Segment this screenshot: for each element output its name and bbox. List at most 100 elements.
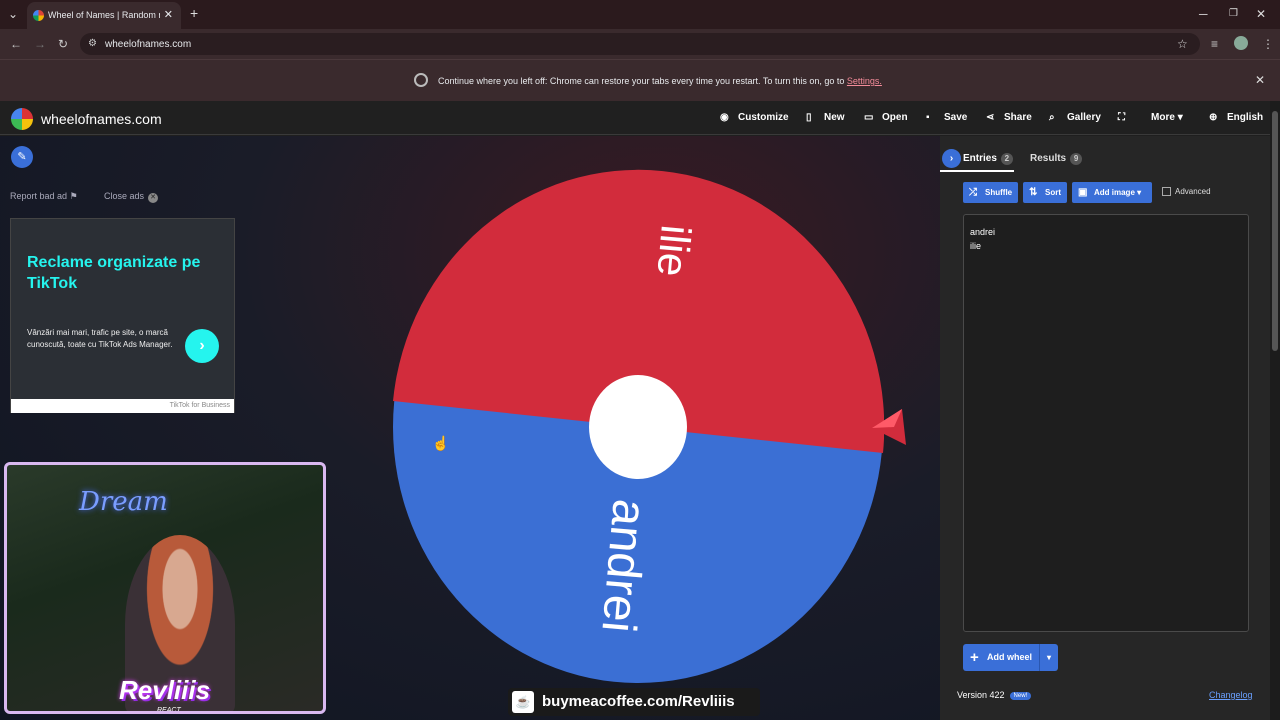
restore-text: Continue where you left off: Chrome can … (438, 76, 845, 86)
close-tab-icon[interactable]: ✕ (164, 8, 173, 21)
file-icon: ▯ (806, 112, 812, 123)
scrollbar-thumb[interactable] (1272, 111, 1278, 351)
folder-icon: ▭ (864, 112, 874, 123)
close-ads-link[interactable]: Close ads ✕ (104, 191, 159, 203)
entry-line: ilie (970, 241, 982, 251)
favicon-icon (33, 10, 44, 21)
globe-icon: ⊕ (1209, 112, 1218, 123)
chrome-icon (414, 73, 428, 87)
streamer-tag: Revliiis (119, 675, 211, 705)
tab-results[interactable]: Results 9 (1030, 153, 1083, 165)
coffee-cup-icon: ☕ (512, 691, 534, 713)
close-window-icon[interactable]: ✕ (1256, 7, 1266, 21)
advanced-checkbox[interactable] (1162, 187, 1171, 197)
nav-new-label: New (824, 112, 845, 123)
back-icon[interactable]: ← (10, 37, 22, 51)
search-icon: ⌕ (1049, 112, 1055, 123)
panel-tabs: › Entries 2 Results 9 (940, 146, 1260, 172)
sort-button[interactable]: ⇅ Sort (1023, 182, 1067, 203)
site-name[interactable]: wheelofnames.com (41, 111, 162, 127)
tab-entries-label: Entries 2 (963, 153, 1013, 165)
shuffle-button[interactable]: ⤮ Shuffle (963, 182, 1018, 203)
url-text: wheelofnames.com (105, 39, 192, 50)
entries-label-text: Entries (963, 153, 997, 164)
nav-customize[interactable]: ◉ Customize (720, 112, 789, 123)
tiktok-ad[interactable]: Reclame organizate pe TikTok Vânzări mai… (10, 218, 235, 413)
share-icon: ⋖ (986, 112, 995, 123)
webcam-overlay: Dream Revliiis REACT (4, 462, 326, 714)
site-logo[interactable] (11, 108, 33, 130)
reload-icon[interactable]: ↻ (58, 37, 68, 51)
ad-footer: TikTok for Business (11, 399, 234, 413)
ad-body: Vânzări mai mari, trafic pe site, o marc… (27, 328, 173, 349)
tab-entries[interactable]: › Entries 2 (940, 146, 1014, 172)
add-wheel-label: Add wheel (987, 652, 1033, 662)
chevron-down-icon: ▾ (1177, 112, 1183, 123)
results-label-text: Results (1030, 153, 1067, 164)
close-infobar-icon[interactable]: ✕ (1255, 73, 1265, 87)
bookmark-star-icon[interactable]: ☆ (1177, 37, 1188, 51)
streamer-sub: REACT (157, 707, 181, 714)
report-ad-label: Report bad ad (10, 191, 68, 201)
version-label: Version 422 New! (957, 690, 1032, 700)
add-image-button[interactable]: ▣ Add image ▾ (1072, 182, 1152, 203)
menu-icon[interactable]: ⋮ (1262, 37, 1274, 51)
nav-gallery-label: Gallery (1067, 112, 1101, 123)
settings-link[interactable]: Settings. (847, 76, 882, 86)
nav-share-label: Share (1004, 112, 1032, 123)
address-bar[interactable]: ⚙ wheelofnames.com ☆ (80, 33, 1200, 55)
mouse-cursor-icon: ☝ (432, 435, 450, 451)
save-icon: ▪ (926, 112, 930, 123)
changelog-link[interactable]: Changelog (1209, 690, 1253, 700)
ad-arrow-button[interactable]: › (185, 329, 219, 363)
results-count-badge: 9 (1070, 153, 1083, 165)
wheel-center-hub[interactable] (589, 375, 687, 479)
forward-icon[interactable]: → (34, 37, 46, 51)
nav-share[interactable]: ⋖ Share (986, 112, 1032, 123)
collapse-chevron-icon[interactable]: › (942, 149, 961, 168)
nav-more[interactable]: More ▾ (1151, 112, 1183, 123)
reading-list-icon[interactable]: ≡ (1211, 37, 1218, 51)
nav-save[interactable]: ▪ Save (926, 112, 967, 123)
sort-icon: ⇅ (1029, 187, 1038, 198)
minimize-icon[interactable]: ─ (1199, 7, 1208, 21)
tab-title: Wheel of Names | Random nam (48, 10, 160, 20)
fullscreen-button[interactable]: ⛶ (1118, 112, 1136, 123)
nav-save-label: Save (944, 112, 968, 123)
nav-open[interactable]: ▭ Open (864, 112, 908, 123)
close-circle-icon: ✕ (148, 193, 159, 203)
flag-icon: ⚑ (69, 191, 78, 201)
edit-pencil-button[interactable]: ✎ (11, 146, 33, 168)
add-image-label: Add image (1094, 188, 1135, 197)
browser-toolbar: ← → ↻ ⚙ wheelofnames.com ☆ ≡ ⋮ (0, 29, 1280, 59)
new-tab-icon[interactable]: + (190, 5, 198, 21)
profile-avatar[interactable] (1234, 36, 1248, 50)
entries-textarea[interactable]: andrei ilie (963, 214, 1249, 632)
browser-tab-strip: ⌄ Wheel of Names | Random nam ✕ + ─ ❐ ✕ (0, 0, 1280, 29)
nav-language[interactable]: ⊕ English (1209, 112, 1263, 123)
fullscreen-icon: ⛶ (1118, 112, 1125, 123)
restore-window-icon[interactable]: ❐ (1229, 8, 1238, 19)
image-icon: ▣ (1078, 187, 1088, 198)
shuffle-label: Shuffle (985, 188, 1013, 197)
report-ad-link[interactable]: Report bad ad ⚑ (10, 191, 78, 202)
advanced-toggle[interactable]: Advanced (1162, 187, 1211, 197)
browser-tab[interactable]: Wheel of Names | Random nam ✕ (27, 2, 181, 29)
nav-gallery[interactable]: ⌕ Gallery (1049, 112, 1101, 123)
coffee-banner: ☕ buymeacoffee.com/Revliiis (508, 688, 760, 716)
advanced-label: Advanced (1175, 187, 1211, 196)
site-header: wheelofnames.com ◉ Customize ▯ New ▭ Open ▪… (0, 101, 1280, 135)
entry-line: andrei (970, 227, 996, 237)
add-wheel-button[interactable]: + Add wheel ▾ (963, 644, 1058, 671)
coffee-text: buymeacoffee.com/Revliiis (542, 693, 735, 710)
page-scrollbar[interactable] (1270, 101, 1280, 720)
nav-new[interactable]: ▯ New (806, 112, 845, 123)
site-info-icon[interactable]: ⚙ (88, 38, 97, 49)
palette-icon: ◉ (720, 112, 729, 123)
tab-search-icon[interactable]: ⌄ (8, 7, 18, 21)
wheel-pointer-icon (872, 409, 906, 445)
name-wheel[interactable]: ilie andrei (392, 168, 884, 686)
add-wheel-dropdown-icon[interactable]: ▾ (1039, 644, 1058, 671)
add-image-chevron-icon: ▾ (1137, 188, 1142, 197)
close-ads-label: Close ads (104, 191, 145, 201)
